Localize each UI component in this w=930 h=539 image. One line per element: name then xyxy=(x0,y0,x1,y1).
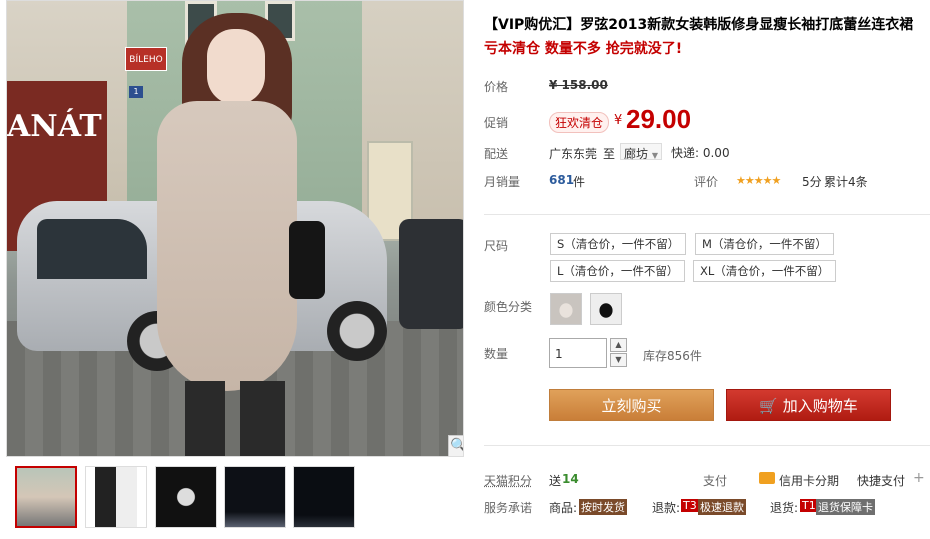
divider xyxy=(484,214,930,215)
points-prefix: 送 xyxy=(549,474,562,488)
car-windshield xyxy=(37,219,147,279)
sales-unit: 件 xyxy=(573,175,586,189)
original-price: ¥ 158.00 xyxy=(549,78,608,92)
quantity-input[interactable]: 1 xyxy=(549,338,607,368)
sales-count: 681 xyxy=(549,173,575,187)
thumbnail-3[interactable] xyxy=(155,466,217,528)
stock-count: 库存856件 xyxy=(643,349,702,363)
service-label: 服务承诺 xyxy=(484,501,533,515)
credit-pay[interactable]: 信用卡分期 xyxy=(779,472,839,489)
handbag xyxy=(289,221,325,299)
size-option-xl[interactable]: XL（清仓价，一件不留） xyxy=(693,260,837,282)
product-title: 【VIP购优汇】罗弦2013新款女装韩版修身显瘦长袖打底蕾丝连衣裙 xyxy=(484,17,914,33)
express-fee: 快递: 0.00 xyxy=(671,146,730,160)
color-label: 颜色分类 xyxy=(484,300,533,314)
color-option-black[interactable] xyxy=(590,293,622,325)
more-pay-button[interactable]: + xyxy=(913,470,925,486)
qty-label: 数量 xyxy=(484,347,509,361)
currency-symbol: ¥ xyxy=(614,113,623,128)
sales-label: 月销量 xyxy=(484,175,521,189)
color-option-white[interactable] xyxy=(550,293,582,325)
lace-dress xyxy=(157,101,297,391)
quantity-down-button[interactable]: ▼ xyxy=(610,353,627,367)
street-sign: BÍLEHO xyxy=(125,47,167,71)
goods-label: 商品: xyxy=(549,501,578,515)
thumbnail-2[interactable] xyxy=(85,466,147,528)
size-option-l[interactable]: L（清仓价，一件不留） xyxy=(550,260,686,282)
size-label: 尺码 xyxy=(484,239,509,253)
chevron-down-icon: ▼ xyxy=(651,151,658,160)
rating-score: 5分 xyxy=(802,175,822,189)
buy-now-button[interactable]: 立刻购买 xyxy=(549,389,714,421)
ship-from: 广东东莞 xyxy=(549,147,598,161)
rating-count[interactable]: 累计4条 xyxy=(824,173,868,190)
promo-label: 促销 xyxy=(484,116,509,130)
ship-to-select[interactable]: 廊坊 ▼ xyxy=(620,143,662,161)
price-label: 价格 xyxy=(484,80,509,94)
refund-code: T3 xyxy=(681,499,699,512)
divider xyxy=(484,445,930,446)
return-label: 退货: xyxy=(770,501,799,515)
car-wheel xyxy=(327,301,387,361)
cart-icon: 🛒 xyxy=(759,397,778,415)
add-to-cart-button[interactable]: 🛒 加入购物车 xyxy=(726,389,891,421)
ship-to-value: 廊坊 xyxy=(624,147,649,161)
size-option-s[interactable]: S（清仓价，一件不留） xyxy=(550,233,687,255)
credit-card-icon xyxy=(759,472,775,484)
thumbnail-1[interactable] xyxy=(15,466,77,528)
goods-badge[interactable]: 按时发货 xyxy=(579,499,627,515)
rating-stars: ★★★★★ xyxy=(736,174,781,187)
rating-label: 评价 xyxy=(694,175,719,189)
dark-car xyxy=(399,219,463,329)
size-option-m[interactable]: M（清仓价，一件不留） xyxy=(695,233,834,255)
thumbnail-4[interactable] xyxy=(224,466,286,528)
return-badge[interactable]: 退货保障卡 xyxy=(816,499,875,515)
product-subtitle: 亏本清仓 数量不多 抢完就没了! xyxy=(484,41,683,57)
promo-price: 29.00 xyxy=(626,104,692,134)
ship-to-word: 至 xyxy=(603,147,616,161)
model-legs xyxy=(185,381,285,456)
points-label[interactable]: 天猫积分 xyxy=(484,472,532,489)
street-number: 1 xyxy=(129,86,143,98)
pay-label: 支付 xyxy=(703,474,728,488)
promo-tag: 狂欢清仓 xyxy=(549,112,610,133)
refund-badge[interactable]: 极速退款 xyxy=(698,499,746,515)
refund-label: 退款: xyxy=(652,501,681,515)
ship-label: 配送 xyxy=(484,147,509,161)
magnifier-icon[interactable]: 🔍 xyxy=(448,435,463,456)
points-value: 14 xyxy=(562,472,579,486)
model-face xyxy=(207,29,265,105)
thumbnail-5[interactable] xyxy=(293,466,355,528)
shop-sign: ANÁT xyxy=(7,109,102,144)
quantity-up-button[interactable]: ▲ xyxy=(610,338,627,352)
quick-pay[interactable]: 快捷支付 xyxy=(857,472,905,489)
product-main-image[interactable]: ANÁT BÍLEHO 1 🔍 xyxy=(6,0,464,457)
add-to-cart-label: 加入购物车 xyxy=(782,397,858,415)
